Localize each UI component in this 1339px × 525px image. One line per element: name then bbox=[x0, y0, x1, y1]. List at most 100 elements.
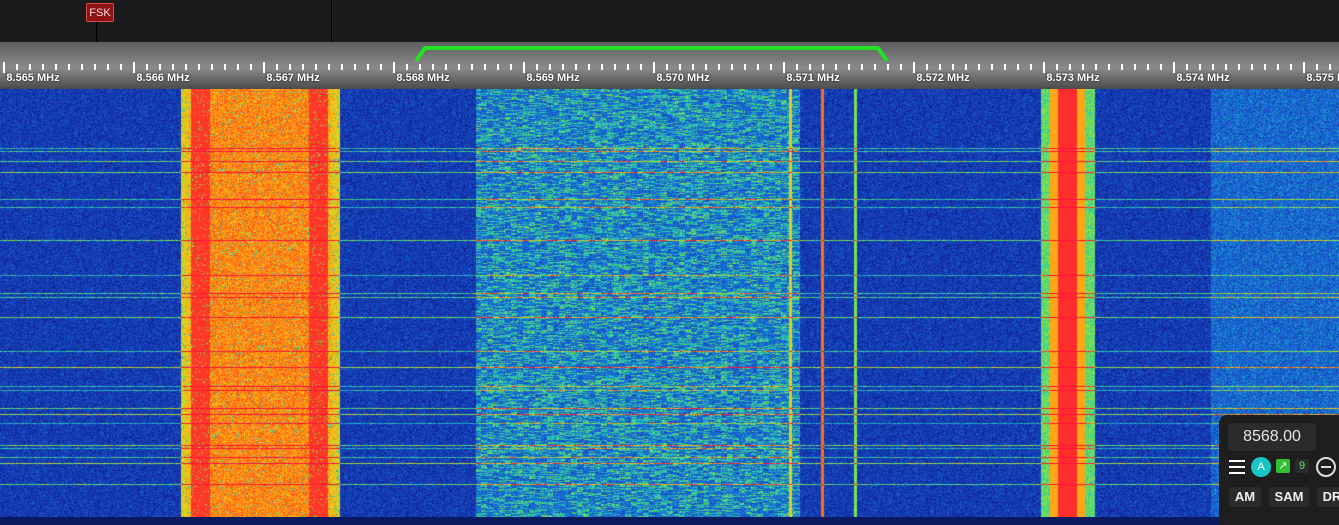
scale-tick bbox=[627, 64, 629, 70]
scale-tick bbox=[1225, 64, 1227, 70]
scale-tick bbox=[1186, 64, 1188, 70]
scale-tick bbox=[107, 64, 109, 70]
scale-tick bbox=[1030, 64, 1032, 70]
scale-tick bbox=[1147, 64, 1149, 70]
scale-tick bbox=[1277, 64, 1279, 70]
frequency-scale[interactable]: 8.565 MHz 8.566 MHz 8.567 MHz 8.568 MHz 8.56… bbox=[0, 42, 1339, 89]
scale-tick bbox=[939, 64, 941, 70]
scale-tick bbox=[146, 64, 148, 70]
passband-indicator[interactable] bbox=[0, 42, 1339, 64]
scale-tick bbox=[198, 64, 200, 70]
scale-tick bbox=[1251, 64, 1253, 70]
scale-tick bbox=[822, 64, 824, 70]
frequency-label: 8.575 MHz bbox=[1306, 72, 1339, 84]
agc-icon[interactable]: A bbox=[1251, 457, 1271, 477]
scale-tick bbox=[393, 62, 395, 73]
scale-tick bbox=[666, 64, 668, 70]
scale-tick bbox=[1108, 64, 1110, 70]
scale-tick bbox=[1017, 64, 1019, 70]
scale-tick bbox=[588, 64, 590, 70]
mode-button-am[interactable]: AM bbox=[1229, 487, 1261, 507]
scale-tick bbox=[341, 64, 343, 70]
frequency-label: 8.568 MHz bbox=[396, 72, 450, 84]
scale-tick bbox=[809, 64, 811, 70]
frequency-label: 8.574 MHz bbox=[1176, 72, 1230, 84]
scale-tick bbox=[614, 64, 616, 70]
scale-tick bbox=[263, 62, 265, 73]
scale-tick bbox=[1212, 64, 1214, 70]
scale-tick bbox=[1056, 64, 1058, 70]
marker-line bbox=[96, 22, 97, 42]
scale-tick bbox=[81, 64, 83, 70]
scale-tick bbox=[432, 64, 434, 70]
scale-tick bbox=[796, 64, 798, 70]
scale-tick bbox=[1004, 64, 1006, 70]
frequency-input[interactable]: 8568.00 bbox=[1228, 423, 1316, 451]
scale-tick bbox=[458, 64, 460, 70]
scale-tick bbox=[250, 64, 252, 70]
scale-tick bbox=[68, 64, 70, 70]
scale-tick bbox=[575, 64, 577, 70]
scale-tick bbox=[601, 64, 603, 70]
frequency-label: 8.572 MHz bbox=[916, 72, 970, 84]
mode-button-dr[interactable]: DR bbox=[1317, 487, 1339, 507]
scale-tick bbox=[991, 64, 993, 70]
scale-tick bbox=[354, 64, 356, 70]
scale-tick bbox=[653, 62, 655, 73]
mode-button-sam[interactable]: SAM bbox=[1269, 487, 1309, 507]
scale-tick bbox=[965, 64, 967, 70]
scale-tick bbox=[367, 64, 369, 70]
arrow-icon[interactable]: ↗ bbox=[1276, 459, 1290, 473]
scale-tick bbox=[419, 64, 421, 70]
scale-tick bbox=[211, 64, 213, 70]
scale-tick bbox=[978, 64, 980, 70]
scale-tick bbox=[861, 64, 863, 70]
scale-tick bbox=[16, 64, 18, 70]
frequency-label: 8.569 MHz bbox=[526, 72, 580, 84]
scale-tick bbox=[120, 64, 122, 70]
menu-icon[interactable] bbox=[1229, 460, 1245, 474]
scale-tick bbox=[640, 64, 642, 70]
divider-line bbox=[331, 0, 332, 42]
scale-tick bbox=[783, 62, 785, 73]
fsk-marker-label[interactable]: FSK bbox=[86, 3, 114, 22]
scale-tick bbox=[94, 64, 96, 70]
scale-tick bbox=[549, 64, 551, 70]
scale-tick bbox=[705, 64, 707, 70]
scale-tick bbox=[315, 64, 317, 70]
scale-tick bbox=[1303, 62, 1305, 73]
frequency-label: 8.570 MHz bbox=[656, 72, 710, 84]
scale-tick bbox=[952, 64, 954, 70]
scale-tick bbox=[1173, 62, 1175, 73]
scale-tick bbox=[133, 62, 135, 73]
scale-tick bbox=[848, 64, 850, 70]
scale-tick bbox=[185, 64, 187, 70]
scale-tick bbox=[1316, 64, 1318, 70]
scale-tick bbox=[224, 64, 226, 70]
scale-tick bbox=[913, 62, 915, 73]
scale-tick bbox=[1069, 64, 1071, 70]
scale-tick bbox=[744, 64, 746, 70]
scale-tick bbox=[510, 64, 512, 70]
frequency-label: 8.565 MHz bbox=[6, 72, 60, 84]
scale-tick bbox=[1264, 64, 1266, 70]
scale-tick bbox=[1160, 64, 1162, 70]
scale-tick bbox=[1134, 64, 1136, 70]
channel-badge: 9 bbox=[1295, 459, 1309, 473]
scale-tick bbox=[926, 64, 928, 70]
scale-tick bbox=[1043, 62, 1045, 73]
scale-tick bbox=[406, 64, 408, 70]
minus-circle-icon[interactable] bbox=[1316, 457, 1336, 477]
scale-tick bbox=[1329, 64, 1331, 70]
scale-tick bbox=[29, 64, 31, 70]
scale-tick bbox=[471, 64, 473, 70]
scale-tick bbox=[718, 64, 720, 70]
waterfall-display[interactable] bbox=[0, 89, 1339, 517]
scale-tick bbox=[445, 64, 447, 70]
scale-tick bbox=[900, 64, 902, 70]
scale-tick bbox=[159, 64, 161, 70]
receiver-control-panel: 8568.00 A ↗ 9 AM SAM DR bbox=[1219, 415, 1339, 525]
scale-tick bbox=[1082, 64, 1084, 70]
scale-tick bbox=[757, 64, 759, 70]
scale-tick bbox=[276, 64, 278, 70]
